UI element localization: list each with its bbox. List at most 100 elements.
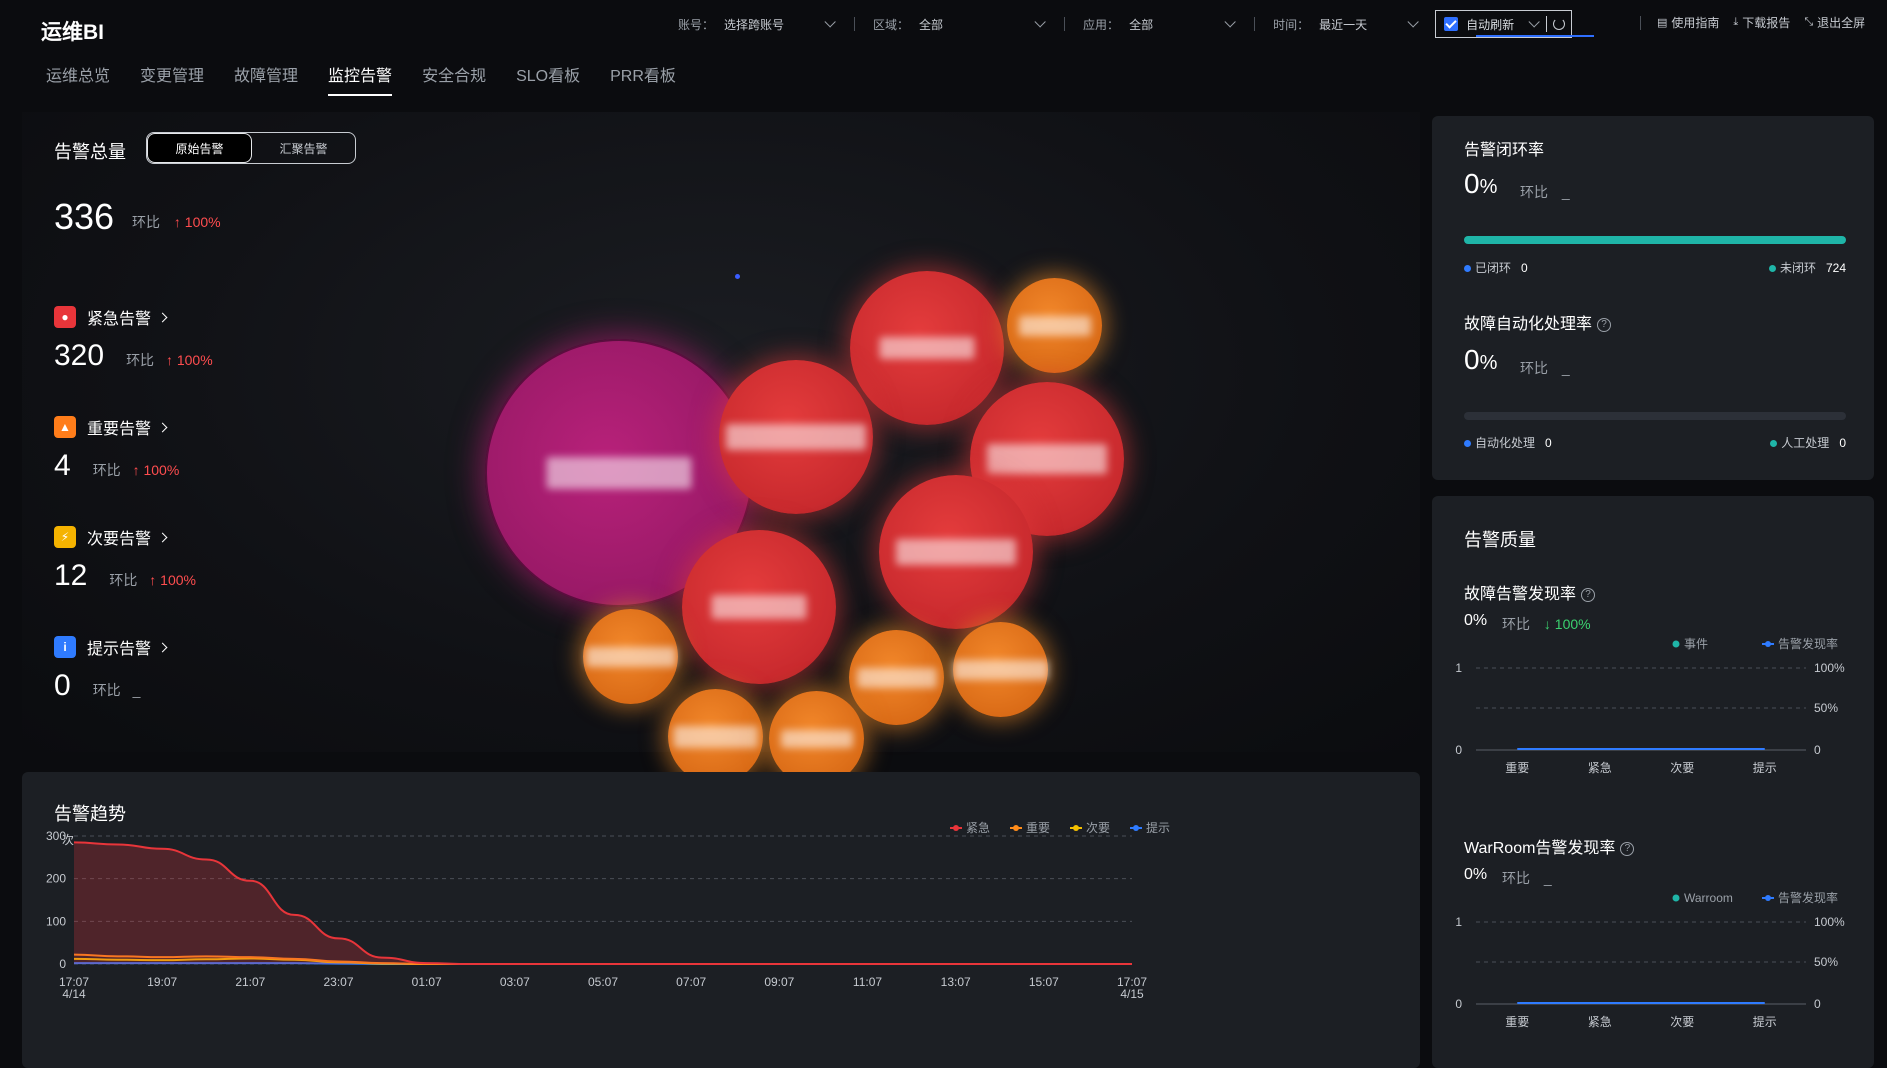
quality-title: 告警质量 bbox=[1464, 530, 1536, 550]
alert-bubble[interactable] bbox=[682, 530, 836, 684]
segment-aggregated-alerts[interactable]: 汇聚告警 bbox=[252, 133, 355, 163]
x-tick-label: 03:07 bbox=[500, 975, 530, 989]
help-icon[interactable]: ? bbox=[1581, 587, 1596, 602]
y-tick-label: 100 bbox=[46, 914, 66, 928]
tab-change-mgmt[interactable]: 变更管理 bbox=[140, 62, 204, 96]
closure-legend: 已闭环 0 未闭环 724 bbox=[1464, 259, 1846, 276]
alert-bubble[interactable] bbox=[849, 630, 944, 725]
y-tick-right: 50% bbox=[1814, 701, 1838, 715]
help-icon[interactable]: ? bbox=[1620, 841, 1635, 856]
tab-fault-mgmt[interactable]: 故障管理 bbox=[234, 62, 298, 96]
alert-type-toggle: 原始告警 汇聚告警 bbox=[146, 132, 356, 164]
chevron-down-icon[interactable] bbox=[1407, 16, 1419, 28]
alert-overview-panel: 告警总量 原始告警 汇聚告警 336 环比 ↑ 100% ● 紧急告警 320 … bbox=[22, 112, 1420, 786]
region-filter-value[interactable]: 全部 bbox=[919, 16, 994, 33]
brand-title: 运维BI bbox=[41, 21, 104, 44]
warroom-rate-value: 0% bbox=[1464, 866, 1488, 883]
chevron-down-icon[interactable] bbox=[1034, 16, 1046, 28]
severity-critical[interactable]: ● 紧急告警 320 环比 ↑ 100% bbox=[54, 305, 213, 373]
x-tick-label: 07:07 bbox=[676, 975, 706, 989]
chevron-down-icon[interactable] bbox=[1224, 16, 1236, 28]
tab-ops-overview[interactable]: 运维总览 bbox=[46, 62, 110, 96]
y-tick-right: 0 bbox=[1814, 743, 1821, 757]
download-report-button[interactable]: ⤓ 下载报告 bbox=[1733, 14, 1790, 31]
alert-quality-panel: 告警质量 故障告警发现率? 0% 环比 ↓ 100% 事件 告警发现率 1 100% 5… bbox=[1432, 496, 1874, 1068]
severity-name: 重要告警 bbox=[87, 421, 152, 438]
x-tick-label: 重要 bbox=[1505, 761, 1529, 775]
alert-bubble[interactable] bbox=[850, 271, 1004, 425]
closure-progress-bar bbox=[1464, 236, 1846, 244]
segment-raw-alerts[interactable]: 原始告警 bbox=[147, 133, 252, 163]
alert-bubble[interactable] bbox=[953, 622, 1048, 717]
chevron-right-icon[interactable] bbox=[157, 312, 168, 322]
download-icon: ⤓ bbox=[1733, 16, 1739, 28]
time-filter[interactable]: 时间： 最近一天 bbox=[1273, 9, 1429, 39]
severity-compare: 环比 _ bbox=[93, 680, 141, 700]
total-alert-count: 336 bbox=[54, 196, 115, 237]
tab-prr-board[interactable]: PRR看板 bbox=[610, 62, 676, 96]
app-filter[interactable]: 应用： 全部 bbox=[1083, 9, 1246, 39]
alert-bubble[interactable] bbox=[1007, 278, 1102, 373]
decorative-dot bbox=[735, 274, 740, 279]
chevron-down-icon[interactable] bbox=[1528, 16, 1540, 28]
chevron-right-icon[interactable] bbox=[157, 532, 168, 542]
lightning-icon: ⚡ bbox=[54, 526, 76, 548]
y-tick-left: 1 bbox=[1455, 661, 1462, 675]
help-icon[interactable]: ? bbox=[1597, 317, 1612, 332]
time-filter-value[interactable]: 最近一天 bbox=[1319, 16, 1367, 33]
guide-label: 使用指南 bbox=[1671, 16, 1720, 30]
auto-refresh-control[interactable]: 自动刷新 bbox=[1435, 10, 1573, 38]
y-tick-left: 1 bbox=[1455, 915, 1462, 929]
automation-title: 故障自动化处理率? bbox=[1464, 310, 1612, 334]
auto-refresh-underline bbox=[1476, 35, 1594, 37]
automation-compare: 环比 _ bbox=[1520, 358, 1570, 378]
warroom-rate-title-text: WarRoom告警发现率 bbox=[1464, 840, 1616, 857]
legend-dot bbox=[1013, 825, 1019, 831]
legend-label: 次要 bbox=[1086, 821, 1110, 835]
severity-major[interactable]: ▲ 重要告警 4 环比 ↑ 100% bbox=[54, 415, 179, 483]
tab-monitoring-alerts[interactable]: 监控告警 bbox=[328, 62, 393, 96]
severity-value: 12 bbox=[54, 559, 88, 592]
closure-title: 告警闭环率 bbox=[1464, 142, 1545, 159]
severity-change: 100% bbox=[160, 572, 196, 588]
guide-button[interactable]: ▤ 使用指南 bbox=[1657, 14, 1719, 31]
x-tick-label: 01:07 bbox=[412, 975, 442, 989]
manual-value: 0 bbox=[1839, 436, 1846, 450]
bell-icon: ▲ bbox=[54, 416, 76, 438]
y-tick-right: 100% bbox=[1814, 661, 1845, 675]
closure-panel: 告警闭环率 0% 环比 _ 已闭环 0 未闭环 724 故障自动化处理率? 0% 环… bbox=[1432, 116, 1874, 480]
compare-label: 环比 bbox=[109, 572, 138, 588]
time-filter-label: 时间： bbox=[1273, 17, 1310, 32]
refresh-icon[interactable] bbox=[1553, 18, 1566, 30]
auto-refresh-checkbox[interactable] bbox=[1444, 17, 1459, 31]
account-filter-value[interactable]: 选择跨账号 bbox=[724, 16, 784, 33]
severity-minor[interactable]: ⚡ 次要告警 12 环比 ↑ 100% bbox=[54, 525, 196, 593]
automation-number: 0 bbox=[1464, 344, 1480, 375]
total-change: 100% bbox=[184, 214, 221, 230]
header-actions: ▤ 使用指南 ⤓ 下载报告 ⤡ 退出全屏 bbox=[1640, 14, 1879, 31]
compare-label: 环比 bbox=[132, 214, 160, 230]
chevron-right-icon[interactable] bbox=[157, 422, 168, 432]
alert-bubble[interactable] bbox=[879, 475, 1033, 629]
flame-icon: ● bbox=[54, 306, 76, 328]
dot-icon bbox=[1464, 265, 1471, 273]
alert-bubble[interactable] bbox=[719, 360, 873, 514]
exit-fullscreen-button[interactable]: ⤡ 退出全屏 bbox=[1804, 14, 1865, 31]
tab-slo-board[interactable]: SLO看板 bbox=[516, 62, 580, 96]
alert-bubble[interactable] bbox=[668, 689, 763, 784]
severity-info[interactable]: i 提示告警 0 环比 _ bbox=[54, 635, 168, 703]
alert-bubble[interactable] bbox=[583, 609, 678, 704]
region-filter[interactable]: 区域： 全部 bbox=[873, 9, 1056, 39]
tab-security-compliance[interactable]: 安全合规 bbox=[422, 62, 486, 96]
dot-icon bbox=[1770, 440, 1778, 448]
account-filter[interactable]: 账号： 选择跨账号 bbox=[678, 9, 846, 39]
compare-value: _ bbox=[1561, 360, 1570, 376]
chevron-down-icon[interactable] bbox=[824, 16, 836, 28]
severity-change: _ bbox=[132, 682, 141, 698]
app-filter-value[interactable]: 全部 bbox=[1129, 16, 1184, 33]
legend-dot bbox=[1672, 894, 1680, 902]
closure-progress-fill bbox=[1464, 236, 1846, 244]
download-label: 下载报告 bbox=[1742, 16, 1791, 30]
chevron-right-icon[interactable] bbox=[157, 642, 168, 652]
x-tick-label: 次要 bbox=[1670, 761, 1694, 775]
